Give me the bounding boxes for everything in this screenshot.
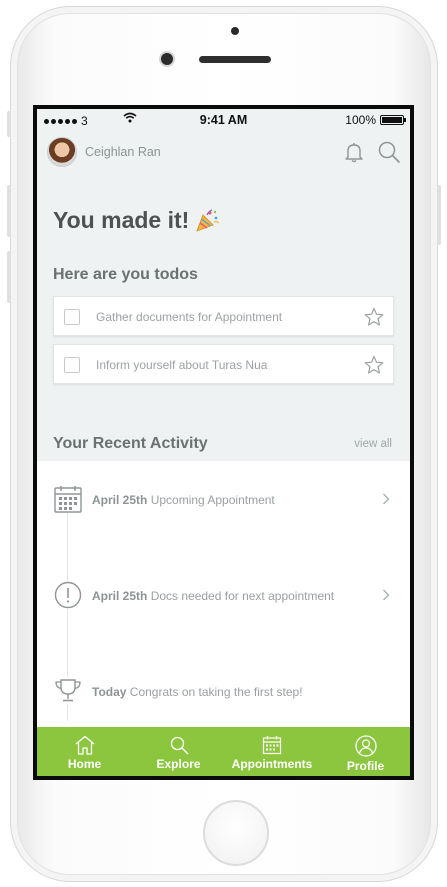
activity-description: Congrats on taking the first step! [129, 685, 303, 699]
todo-item[interactable]: Inform yourself about Turas Nua [53, 344, 394, 384]
star-icon[interactable] [364, 307, 384, 327]
home-icon [75, 735, 94, 755]
app-screen: 3 9:41 AM 100% Ceighlan Ran You made it! [33, 105, 414, 780]
tab-profile-label: Profile [346, 759, 385, 773]
tab-appointments-label: Appointments [231, 757, 313, 771]
avatar[interactable] [47, 137, 77, 167]
activity-heading: Your Recent Activity [53, 435, 208, 452]
list-item[interactable]: Today Congrats on taking the first step! [37, 677, 410, 707]
page-title-text: You made it! [53, 207, 190, 233]
battery-icon [380, 115, 406, 125]
calendar-icon [54, 485, 82, 513]
alert-circle-icon [54, 581, 82, 609]
activity-text: April 25th Docs needed for next appointm… [92, 589, 334, 603]
todo-checkbox[interactable] [64, 309, 80, 325]
search-icon [170, 736, 188, 755]
todo-checkbox[interactable] [64, 357, 80, 373]
tab-bar: Home Explore Appointments Profile [37, 727, 410, 776]
list-item[interactable]: April 25th Upcoming Appointment [37, 485, 410, 515]
tab-explore[interactable]: Explore [131, 727, 226, 776]
battery-percent: 100% [345, 113, 376, 127]
volume-down-button [7, 251, 11, 303]
party-popper-icon [196, 208, 220, 232]
front-camera [161, 53, 173, 65]
power-button [437, 185, 441, 245]
activity-date: April 25th [92, 589, 148, 603]
volume-up-button [7, 185, 11, 237]
bell-icon[interactable] [343, 141, 365, 163]
tab-appointments[interactable]: Appointments [222, 727, 322, 776]
activity-date: Today [92, 685, 127, 699]
search-icon[interactable] [377, 140, 401, 164]
profile-icon [354, 735, 377, 757]
list-item[interactable]: April 25th Docs needed for next appointm… [37, 581, 410, 611]
page-title: You made it! [53, 207, 221, 234]
battery-status: 100% [345, 113, 406, 127]
todos-heading: Here are you todos [53, 266, 198, 283]
tab-profile[interactable]: Profile [318, 727, 410, 776]
activity-text: April 25th Upcoming Appointment [92, 493, 275, 507]
activity-date: April 25th [92, 493, 148, 507]
todo-item[interactable]: Gather documents for Appointment [53, 296, 394, 336]
tab-explore-label: Explore [156, 757, 201, 771]
home-button[interactable] [203, 800, 269, 866]
activity-description: Upcoming Appointment [150, 493, 275, 507]
tab-home-label: Home [67, 757, 102, 771]
activity-description: Docs needed for next appointment [150, 589, 335, 603]
todo-label: Inform yourself about Turas Nua [96, 358, 268, 372]
earpiece-speaker [199, 56, 271, 63]
activity-list: April 25th Upcoming Appointment April 25… [37, 461, 410, 733]
view-all-link[interactable]: view all [354, 438, 392, 450]
user-name[interactable]: Ceighlan Ran [85, 145, 161, 159]
chevron-right-icon[interactable] [382, 493, 390, 505]
proximity-sensor [231, 27, 239, 35]
top-bar: Ceighlan Ran [37, 133, 410, 173]
chevron-right-icon[interactable] [382, 589, 390, 601]
todo-label: Gather documents for Appointment [96, 310, 283, 324]
mute-switch [7, 111, 11, 137]
activity-text: Today Congrats on taking the first step! [92, 685, 303, 699]
calendar-icon [262, 736, 282, 755]
status-bar: 3 9:41 AM 100% [37, 109, 410, 131]
tab-home[interactable]: Home [37, 727, 132, 776]
trophy-icon [54, 677, 82, 705]
star-icon[interactable] [364, 355, 384, 375]
